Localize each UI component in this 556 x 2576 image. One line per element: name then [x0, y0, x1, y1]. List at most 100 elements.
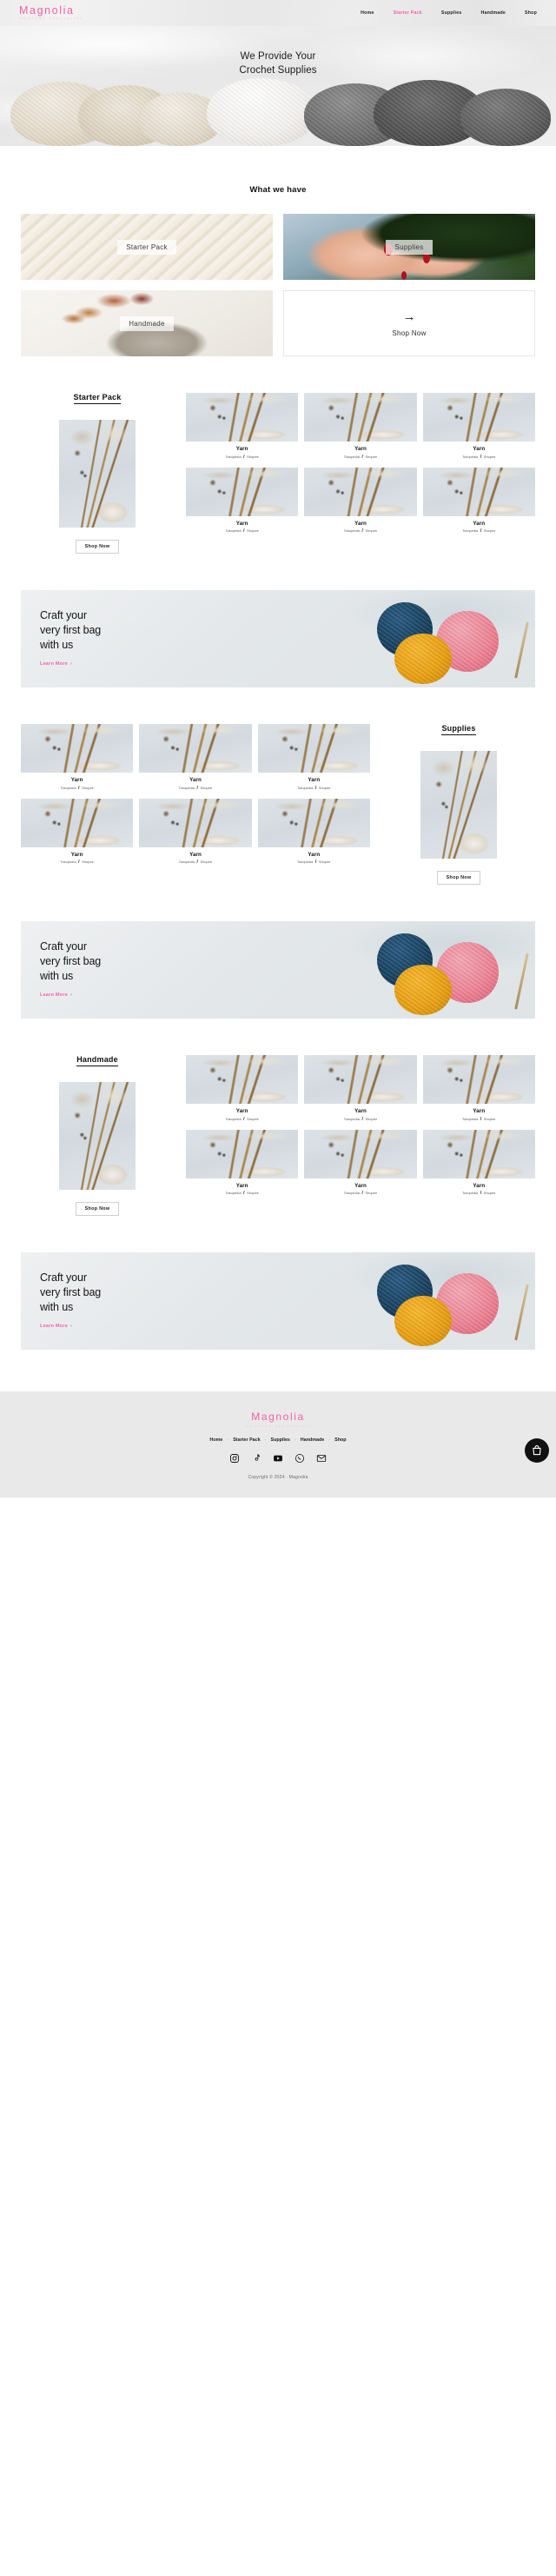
cart-button[interactable] [525, 1438, 549, 1463]
product-link-shopee[interactable]: Shopee [247, 455, 259, 459]
product-link-tokopedia[interactable]: Tokopedia [60, 787, 76, 790]
product-link-tokopedia[interactable]: Tokopedia [344, 529, 360, 533]
category-card-supplies[interactable]: Supplies [283, 214, 535, 280]
cta-learn-more-link[interactable]: Learn More › [40, 661, 72, 667]
product-link-tokopedia[interactable]: Tokopedia [225, 1118, 241, 1121]
product-link-separator: / [243, 1116, 245, 1122]
product-link-shopee[interactable]: Shopee [247, 1118, 259, 1121]
category-card-starter-pack[interactable]: Starter Pack [21, 214, 273, 280]
product-card[interactable]: Yarn Tokopedia / Shopee [304, 393, 417, 460]
arrow-right-icon: → [402, 309, 416, 324]
footer-nav-item-home[interactable]: Home [209, 1437, 222, 1443]
cta-banner-3: Craft your very first bag with us Learn … [21, 1252, 535, 1350]
footer-nav-item-supplies[interactable]: Supplies [270, 1437, 289, 1443]
product-link-shopee[interactable]: Shopee [366, 455, 378, 459]
product-shop-links: Tokopedia / Shopee [304, 1117, 416, 1122]
product-card[interactable]: Yarn Tokopedia / Shopee [257, 724, 370, 791]
footer-nav-item-shop[interactable]: Shop [334, 1437, 346, 1443]
product-link-tokopedia[interactable]: Tokopedia [225, 455, 241, 459]
nav-item-home[interactable]: Home [361, 10, 374, 16]
product-link-tokopedia[interactable]: Tokopedia [297, 787, 313, 790]
product-link-shopee[interactable]: Shopee [201, 787, 213, 790]
product-link-shopee[interactable]: Shopee [366, 1192, 378, 1195]
product-link-tokopedia[interactable]: Tokopedia [462, 455, 478, 459]
nav-item-handmade[interactable]: Handmade [481, 10, 506, 16]
youtube-icon[interactable] [273, 1453, 283, 1464]
product-link-shopee[interactable]: Shopee [319, 787, 331, 790]
shop-now-button[interactable]: Shop Now [75, 540, 120, 554]
product-card[interactable]: Yarn Tokopedia / Shopee [304, 1055, 417, 1122]
nav-item-supplies[interactable]: Supplies [441, 10, 462, 16]
product-link-shopee[interactable]: Shopee [247, 529, 259, 533]
instagram-icon[interactable] [229, 1453, 240, 1464]
product-card[interactable]: Yarn Tokopedia / Shopee [139, 724, 252, 791]
product-link-tokopedia[interactable]: Tokopedia [60, 860, 76, 864]
product-link-shopee[interactable]: Shopee [484, 1192, 496, 1195]
cta-learn-more-link[interactable]: Learn More › [40, 1324, 72, 1329]
product-link-tokopedia[interactable]: Tokopedia [179, 787, 195, 790]
nav-item-starter-pack[interactable]: Starter Pack [394, 10, 422, 16]
product-image [304, 393, 417, 442]
section-feature-image [420, 751, 497, 859]
product-card[interactable]: Yarn Tokopedia / Shopee [186, 393, 299, 460]
cta-banner-1: Craft your very first bag with us Learn … [21, 590, 535, 687]
footer-brand-name[interactable]: Magnolia [0, 1411, 556, 1423]
product-link-tokopedia[interactable]: Tokopedia [179, 860, 195, 864]
product-card[interactable]: Yarn Tokopedia / Shopee [21, 798, 134, 865]
product-link-separator: / [480, 1116, 482, 1122]
product-card[interactable]: Yarn Tokopedia / Shopee [21, 724, 134, 791]
product-link-tokopedia[interactable]: Tokopedia [462, 1118, 478, 1121]
product-card[interactable]: Yarn Tokopedia / Shopee [186, 1129, 299, 1196]
product-card[interactable]: Yarn Tokopedia / Shopee [422, 467, 535, 534]
cta-title-line2: very first bag [40, 624, 102, 637]
product-link-shopee[interactable]: Shopee [319, 860, 331, 864]
cta-title-line1: Craft your [40, 1271, 87, 1285]
product-card[interactable]: Yarn Tokopedia / Shopee [186, 467, 299, 534]
product-card[interactable]: Yarn Tokopedia / Shopee [304, 467, 417, 534]
brand-logo[interactable]: Magnolia CROCHET SPECIALIST [19, 5, 84, 20]
cta-learn-more-link[interactable]: Learn More › [40, 993, 72, 998]
product-link-shopee[interactable]: Shopee [484, 529, 496, 533]
tiktok-icon[interactable] [251, 1453, 261, 1464]
product-link-tokopedia[interactable]: Tokopedia [344, 1192, 360, 1195]
cta-title-line2: very first bag [40, 1286, 102, 1299]
product-card[interactable]: Yarn Tokopedia / Shopee [422, 393, 535, 460]
email-icon[interactable] [316, 1453, 327, 1464]
product-link-tokopedia[interactable]: Tokopedia [297, 860, 313, 864]
product-shop-links: Tokopedia / Shopee [423, 1191, 535, 1196]
shop-now-button[interactable]: Shop Now [436, 871, 481, 885]
product-card[interactable]: Yarn Tokopedia / Shopee [422, 1055, 535, 1122]
product-link-shopee[interactable]: Shopee [201, 860, 213, 864]
whatsapp-icon[interactable] [295, 1453, 305, 1464]
footer-brand-tagline: CROCHET SPECIALIST [246, 1424, 310, 1428]
product-link-tokopedia[interactable]: Tokopedia [344, 455, 360, 459]
hero-title-line1: We Provide Your [240, 51, 316, 62]
product-link-shopee[interactable]: Shopee [366, 1118, 378, 1121]
product-card[interactable]: Yarn Tokopedia / Shopee [186, 1055, 299, 1122]
product-link-tokopedia[interactable]: Tokopedia [225, 1192, 241, 1195]
product-link-tokopedia[interactable]: Tokopedia [462, 1192, 478, 1195]
footer-nav-item-handmade[interactable]: Handmade [301, 1437, 325, 1443]
product-link-shopee[interactable]: Shopee [82, 860, 94, 864]
product-link-tokopedia[interactable]: Tokopedia [344, 1118, 360, 1121]
product-grid: Yarn Tokopedia / Shopee Yarn Tokopedia /… [186, 1055, 535, 1196]
footer-nav-item-starter-pack[interactable]: Starter Pack [233, 1437, 260, 1443]
product-link-tokopedia[interactable]: Tokopedia [225, 529, 241, 533]
nav-item-shop[interactable]: Shop [525, 10, 537, 16]
product-card[interactable]: Yarn Tokopedia / Shopee [304, 1129, 417, 1196]
product-link-tokopedia[interactable]: Tokopedia [462, 529, 478, 533]
product-card[interactable]: Yarn Tokopedia / Shopee [139, 798, 252, 865]
product-card[interactable]: Yarn Tokopedia / Shopee [422, 1129, 535, 1196]
product-card[interactable]: Yarn Tokopedia / Shopee [257, 798, 370, 865]
product-link-shopee[interactable]: Shopee [82, 787, 94, 790]
product-link-shopee[interactable]: Shopee [484, 1118, 496, 1121]
product-link-shopee[interactable]: Shopee [247, 1192, 259, 1195]
category-card-shop-now[interactable]: → Shop Now [283, 290, 535, 356]
shopping-bag-icon [533, 1445, 541, 1456]
product-image [304, 467, 417, 516]
cta-title-line3: with us [40, 638, 74, 651]
shop-now-button[interactable]: Shop Now [75, 1202, 120, 1216]
product-link-shopee[interactable]: Shopee [366, 529, 378, 533]
category-card-handmade[interactable]: Handmade [21, 290, 273, 356]
product-link-shopee[interactable]: Shopee [484, 455, 496, 459]
